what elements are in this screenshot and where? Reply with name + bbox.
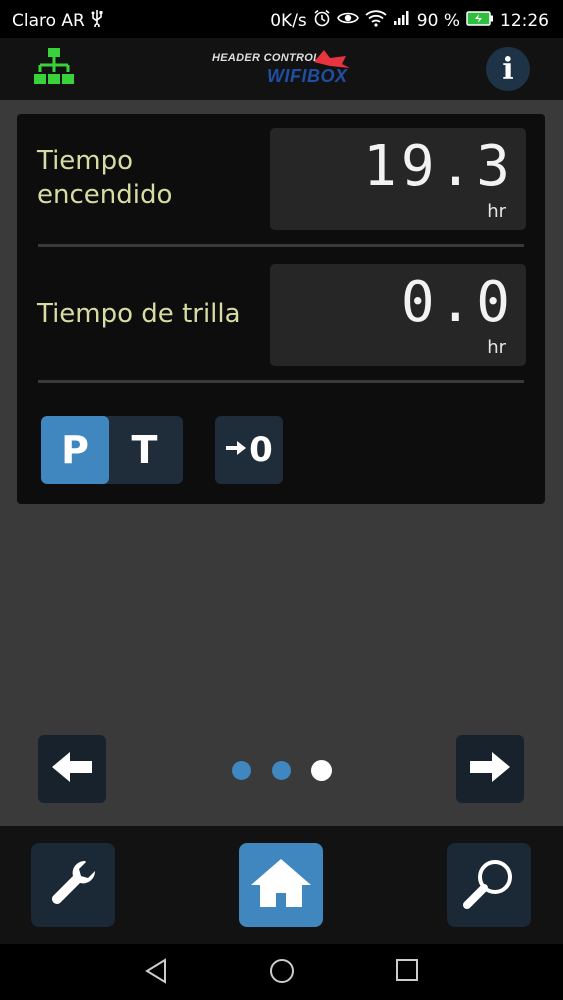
reset-to-zero-button[interactable]: 0 [215,416,283,484]
divider [38,380,524,383]
row-label-line: Tiempo [37,146,134,176]
wrench-icon [45,855,101,915]
signal-icon [393,10,411,31]
status-bar: Claro AR 0K/s 90 % 12:26 [0,0,563,38]
usb-icon [91,9,103,32]
page-dot-3-active[interactable] [311,760,332,781]
network-speed: 0K/s [270,10,307,31]
logo-top-text: HEADER CONTROL [212,52,321,64]
info-button[interactable]: i [486,47,530,91]
value-tiempo-encendido: 19.3 [363,134,514,199]
arrow-right-icon [225,439,247,461]
page-dot-2[interactable] [272,761,291,780]
info-icon: i [502,51,514,87]
arrow-left-icon [50,750,94,788]
toggle-option-t[interactable]: T [109,416,180,484]
arrow-right-icon [468,750,512,788]
divider [38,244,524,247]
home-circle-icon[interactable] [269,958,295,988]
battery-charging-icon [466,10,494,31]
back-icon[interactable] [144,958,168,988]
clock: 12:26 [500,10,549,31]
search-button[interactable] [447,843,531,927]
row-label-line: encendido [37,180,173,210]
magnifier-icon [459,853,519,917]
battery-percent: 90 % [416,10,460,31]
unit-tiempo-encendido: hr [487,201,506,222]
toggle-option-p[interactable]: P [41,416,109,484]
alarm-icon [313,9,331,32]
eye-icon [336,10,359,31]
pt-toggle[interactable]: P T [41,416,183,484]
unit-tiempo-de-trilla: hr [487,337,506,358]
recents-icon[interactable] [395,958,419,986]
value-box-tiempo-encendido: 19.3 hr [270,128,526,230]
bottom-toolbar [0,826,563,944]
next-page-button[interactable] [456,735,524,803]
system-navigation-bar [0,944,563,1000]
value-tiempo-de-trilla: 0.0 [400,270,514,335]
network-tree-icon[interactable] [32,46,78,92]
app-header: HEADER CONTROL WIFIBOX i [0,38,563,100]
metrics-panel: Tiempo encendido 19.3 hr Tiempo de trill… [17,114,545,504]
logo-main-text: WIFIBOX [267,66,348,86]
value-box-tiempo-de-trilla: 0.0 hr [270,264,526,366]
home-icon [248,855,314,915]
previous-page-button[interactable] [38,735,106,803]
page-dot-1[interactable] [232,761,251,780]
wifi-icon [365,9,387,32]
carrier-name: Claro AR [12,10,85,31]
app-logo: HEADER CONTROL WIFIBOX [212,46,354,94]
settings-button[interactable] [31,843,115,927]
row-label-tiempo-de-trilla: Tiempo de trilla [37,299,241,329]
reset-label: 0 [249,430,273,470]
home-button[interactable] [239,843,323,927]
row-label-tiempo-encendido: Tiempo encendido [37,144,172,212]
